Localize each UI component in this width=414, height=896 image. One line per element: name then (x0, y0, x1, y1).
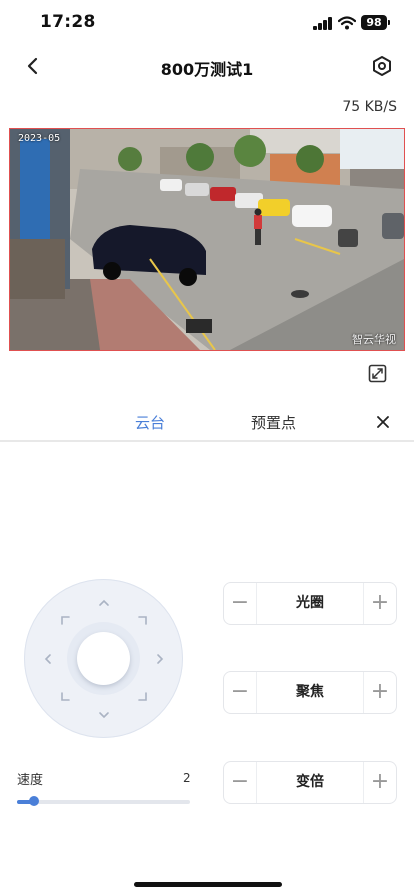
settings-button[interactable] (371, 55, 393, 77)
iris-minus-button[interactable]: − (224, 583, 256, 624)
focus-minus-button[interactable]: − (224, 672, 256, 713)
pan-down-left-icon[interactable] (58, 690, 72, 704)
pan-down-icon[interactable] (97, 708, 111, 722)
zoom-plus-button[interactable]: + (364, 762, 396, 803)
tab-divider (0, 440, 414, 442)
fullscreen-button[interactable] (368, 364, 387, 383)
fullscreen-icon (368, 364, 387, 383)
pan-down-right-icon[interactable] (136, 690, 150, 704)
pan-up-right-icon[interactable] (136, 613, 150, 627)
iris-control: − 光圈 + (223, 582, 397, 625)
speed-slider-track[interactable] (17, 800, 190, 804)
close-icon (377, 416, 389, 428)
speed-slider-thumb[interactable] (29, 796, 40, 806)
speed-value: 2 (183, 771, 191, 785)
iris-plus-button[interactable]: + (364, 583, 396, 624)
battery-indicator: 98 (361, 15, 387, 30)
close-button[interactable] (375, 414, 391, 430)
tab-ptz[interactable]: 云台 (135, 412, 165, 433)
pan-up-left-icon[interactable] (58, 613, 72, 627)
zoom-control: − 变倍 + (223, 761, 397, 804)
joystick-knob[interactable] (77, 632, 130, 685)
status-time: 17:28 (40, 12, 96, 32)
wifi-icon (337, 15, 357, 30)
battery-tip (388, 20, 390, 25)
video-player[interactable]: 2023-05 智云华视 (9, 128, 405, 351)
zoom-label: 变倍 (256, 762, 364, 803)
focus-label: 聚焦 (256, 672, 364, 713)
camera-feed-image (10, 129, 404, 350)
pan-right-icon[interactable] (153, 652, 167, 666)
video-watermark: 智云华视 (352, 333, 396, 346)
focus-control: − 聚焦 + (223, 671, 397, 714)
zoom-minus-button[interactable]: − (224, 762, 256, 803)
home-indicator (134, 882, 282, 887)
speed-label: 速度 (17, 773, 44, 788)
pan-up-icon[interactable] (97, 596, 111, 610)
bitrate-label: 75 KB/S (342, 99, 397, 115)
pan-left-icon[interactable] (41, 652, 55, 666)
hexagon-settings-icon (373, 56, 391, 76)
focus-plus-button[interactable]: + (364, 672, 396, 713)
iris-label: 光圈 (256, 583, 364, 624)
cellular-signal-icon (313, 17, 333, 30)
video-timestamp: 2023-05 (18, 133, 61, 144)
tab-preset[interactable]: 预置点 (251, 412, 296, 433)
page-title: 800万测试1 (160, 60, 254, 79)
